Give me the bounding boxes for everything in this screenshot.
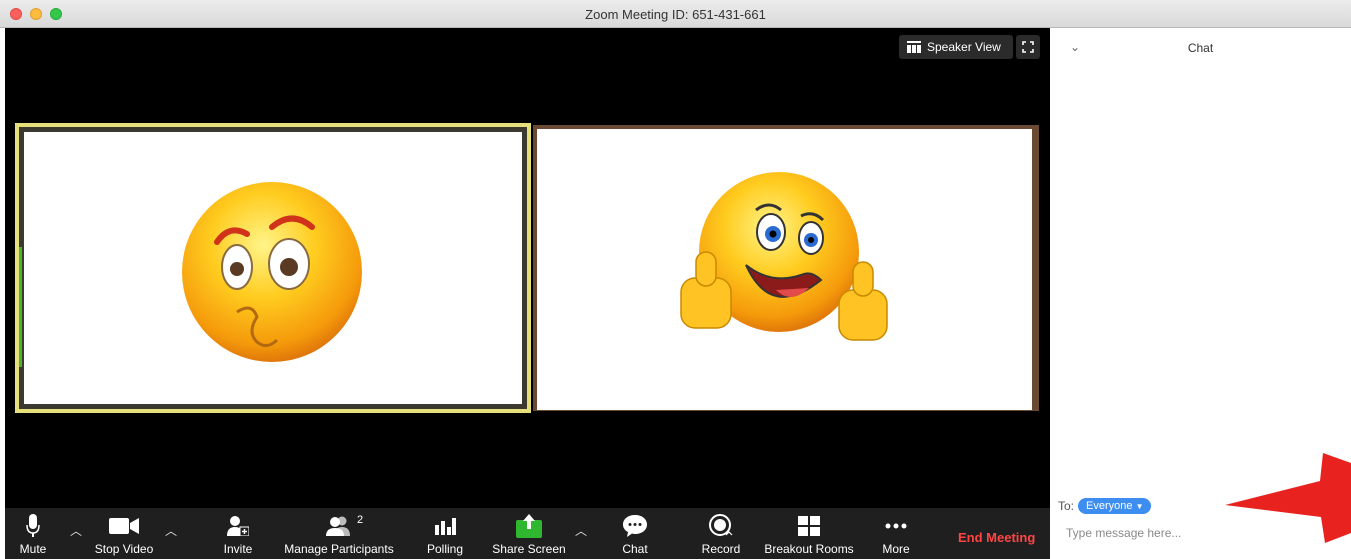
- manage-participants-label: Manage Participants: [284, 542, 394, 556]
- grid-icon: [798, 516, 820, 536]
- participant-video-tile[interactable]: [533, 125, 1039, 411]
- breakout-rooms-button[interactable]: Breakout Rooms: [763, 508, 855, 559]
- chat-button[interactable]: Chat: [617, 508, 653, 559]
- audio-indicator: [19, 247, 22, 367]
- fullscreen-icon: [1022, 41, 1034, 53]
- manage-participants-button[interactable]: Manage Participants: [283, 508, 395, 559]
- video-options-chevron-icon[interactable]: ︿: [165, 522, 177, 539]
- add-user-icon: [227, 516, 249, 536]
- chat-bubble-icon: [623, 515, 647, 537]
- stop-video-label: Stop Video: [94, 542, 154, 556]
- window-title: Zoom Meeting ID: 651-431-661: [585, 7, 766, 22]
- recipient-label: Everyone: [1086, 500, 1133, 512]
- speaker-view-button[interactable]: Speaker View: [899, 35, 1013, 59]
- record-label: Record: [701, 542, 741, 556]
- fullscreen-button[interactable]: [1016, 35, 1040, 59]
- share-screen-button[interactable]: Share Screen: [490, 508, 568, 559]
- happy-thumbs-up-emoji-image: [680, 172, 888, 341]
- meeting-toolbar: Mute ︿ Stop Video ︿ Invite Manage Partic…: [5, 508, 1050, 559]
- microphone-icon: [26, 514, 40, 537]
- stop-video-button[interactable]: Stop Video: [93, 508, 155, 559]
- video-area: Speaker View: [5, 28, 1050, 508]
- record-icon: [709, 514, 733, 536]
- red-arrow-annotation-icon: [1225, 453, 1351, 543]
- worried-emoji-image: [182, 182, 362, 362]
- invite-button[interactable]: Invite: [218, 508, 258, 559]
- to-label: To:: [1058, 499, 1075, 513]
- video-camera-icon: [109, 518, 139, 534]
- chat-panel: ⌄ Chat To: Everyone ▼: [1050, 28, 1351, 559]
- bar-chart-icon: [435, 518, 456, 535]
- invite-label: Invite: [223, 542, 253, 556]
- end-meeting-button[interactable]: End Meeting: [958, 530, 1035, 545]
- participants-icon: [326, 516, 350, 536]
- mute-label: Mute: [19, 542, 47, 556]
- chat-label: Chat: [622, 542, 648, 556]
- ellipsis-icon: [885, 523, 907, 529]
- polling-label: Polling: [426, 542, 464, 556]
- participants-count-badge: 2: [357, 514, 364, 526]
- speaker-view-label: Speaker View: [927, 40, 1001, 54]
- chat-recipient-row: To: Everyone ▼: [1058, 498, 1152, 514]
- participant-video-tile-active[interactable]: [15, 123, 531, 413]
- record-button[interactable]: Record: [700, 508, 742, 559]
- share-options-chevron-icon[interactable]: ︿: [575, 522, 587, 539]
- recipient-dropdown[interactable]: Everyone ▼: [1078, 498, 1152, 514]
- chat-panel-title: Chat: [1187, 41, 1214, 55]
- gallery-grid-icon: [907, 41, 921, 53]
- more-label: More: [882, 542, 910, 556]
- more-button[interactable]: More: [878, 508, 914, 559]
- share-screen-label: Share Screen: [492, 542, 566, 556]
- dropdown-caret-icon: ▼: [1135, 502, 1144, 511]
- chat-message-input[interactable]: [1066, 524, 1246, 542]
- audio-options-chevron-icon[interactable]: ︿: [70, 522, 82, 539]
- mute-button[interactable]: Mute: [15, 508, 51, 559]
- polling-button[interactable]: Polling: [423, 508, 467, 559]
- share-screen-icon: [516, 514, 542, 538]
- breakout-rooms-label: Breakout Rooms: [764, 542, 854, 556]
- title-bar: Zoom Meeting ID: 651-431-661: [0, 0, 1351, 28]
